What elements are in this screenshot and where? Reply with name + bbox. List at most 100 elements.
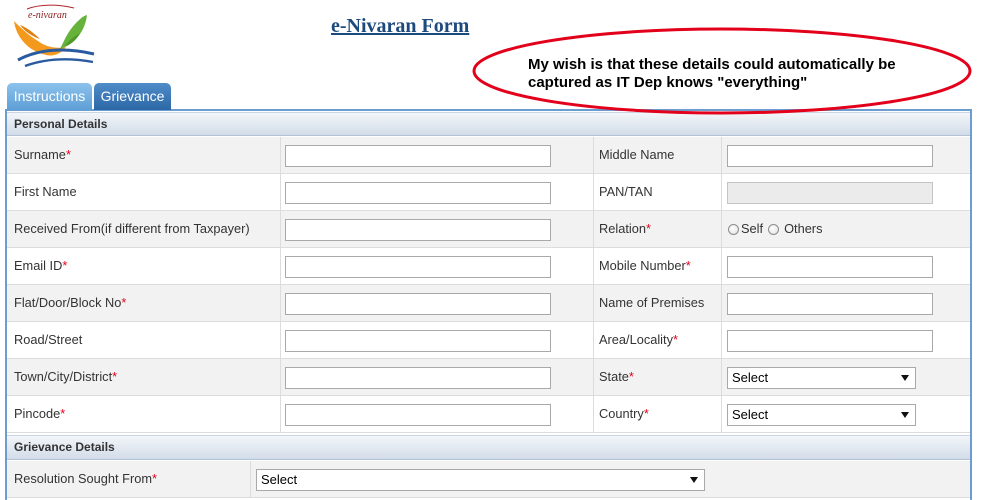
surname-label: Surname* xyxy=(14,137,71,173)
email-id-label: Email ID* xyxy=(14,248,67,284)
form-row: Pincode* Country* Select xyxy=(7,396,970,433)
received-from-label: Received From(if different from Taxpayer… xyxy=(14,211,250,247)
required-asterisk: * xyxy=(60,406,66,421)
label-text: PAN/TAN xyxy=(599,184,653,199)
label-text: Received From(if different from Taxpayer… xyxy=(14,221,250,236)
form-row: Email ID* Mobile Number* xyxy=(7,248,970,285)
required-asterisk: * xyxy=(672,332,678,347)
form-row: Resolution Sought From* Select xyxy=(7,461,970,498)
column-divider xyxy=(721,211,722,247)
column-divider xyxy=(280,174,281,210)
column-divider xyxy=(721,137,722,173)
annotation-line-1: My wish is that these details could auto… xyxy=(528,56,896,73)
area-locality-input[interactable] xyxy=(727,330,933,352)
column-divider xyxy=(280,359,281,395)
relation-others-radio[interactable] xyxy=(768,223,780,235)
town-city-district-input[interactable] xyxy=(285,367,551,389)
premises-name-input[interactable] xyxy=(727,293,933,315)
relation-radio-group: Self Others xyxy=(728,211,822,247)
tab-grievance[interactable]: Grievance xyxy=(94,83,171,110)
column-divider xyxy=(280,322,281,358)
road-street-label: Road/Street xyxy=(14,322,82,358)
state-select-value: Select xyxy=(732,370,769,385)
country-select-value: Select xyxy=(732,407,769,422)
mobile-number-label: Mobile Number* xyxy=(599,248,691,284)
email-id-input[interactable] xyxy=(285,256,551,278)
relation-self-radio[interactable] xyxy=(728,223,739,235)
pincode-label: Pincode* xyxy=(14,396,65,432)
blue-swoosh xyxy=(24,58,94,68)
label-text: Resolution Sought From xyxy=(14,471,152,486)
dropdown-arrow-icon xyxy=(690,477,698,483)
column-divider xyxy=(280,396,281,432)
label-text: Middle Name xyxy=(599,147,675,162)
first-name-label: First Name xyxy=(14,174,77,210)
state-select[interactable]: Select xyxy=(727,367,916,389)
column-divider xyxy=(593,322,594,358)
required-asterisk: * xyxy=(685,258,691,273)
column-divider xyxy=(593,211,594,247)
column-divider xyxy=(593,396,594,432)
resolution-sought-from-label: Resolution Sought From* xyxy=(14,461,157,497)
column-divider xyxy=(721,174,722,210)
logo-arc xyxy=(26,4,75,10)
required-asterisk: * xyxy=(643,406,649,421)
form-row: Flat/Door/Block No* Name of Premises xyxy=(7,285,970,322)
required-asterisk: * xyxy=(152,471,157,486)
tab-grievance-label: Grievance xyxy=(100,88,165,104)
label-text: Name of Premises xyxy=(599,295,705,310)
column-divider xyxy=(721,359,722,395)
column-divider xyxy=(721,322,722,358)
flat-door-block-label: Flat/Door/Block No* xyxy=(14,285,126,321)
relation-self-label[interactable]: Self xyxy=(741,211,763,247)
label-text: Town/City/District xyxy=(14,369,113,384)
dropdown-arrow-icon xyxy=(901,412,909,418)
label-text: First Name xyxy=(14,184,77,199)
section-header-grievance-details: Grievance Details xyxy=(7,435,970,460)
required-asterisk: * xyxy=(121,295,127,310)
middle-name-input[interactable] xyxy=(727,145,933,167)
column-divider xyxy=(721,285,722,321)
label-text: Relation xyxy=(599,221,646,236)
column-divider xyxy=(250,461,251,497)
column-divider xyxy=(593,174,594,210)
flat-door-block-input[interactable] xyxy=(285,293,551,315)
resolution-sought-from-select[interactable]: Select xyxy=(256,469,705,491)
resolution-select-value: Select xyxy=(261,472,298,487)
road-street-input[interactable] xyxy=(285,330,551,352)
label-text: Area/Locality xyxy=(599,332,673,347)
premises-name-label: Name of Premises xyxy=(599,285,704,321)
relation-label: Relation* xyxy=(599,211,651,247)
country-select[interactable]: Select xyxy=(727,404,916,426)
logo-graphic: e-nivaran xyxy=(14,4,95,68)
required-asterisk: * xyxy=(645,221,651,236)
pincode-input[interactable] xyxy=(285,404,551,426)
annotation-line-2: captured as IT Dep knows "everything" xyxy=(528,74,808,91)
relation-others-label[interactable]: Others xyxy=(784,211,822,247)
annotation-note: My wish is that these details could auto… xyxy=(528,56,896,92)
tab-instructions[interactable]: Instructions xyxy=(7,83,92,110)
dropdown-arrow-icon xyxy=(901,375,909,381)
required-asterisk: * xyxy=(628,369,634,384)
label-text: Email ID xyxy=(14,258,63,273)
label-text: Flat/Door/Block No xyxy=(14,295,122,310)
grievance-form: Personal Details Surname* Middle Name Fi… xyxy=(5,109,972,500)
form-row: Road/Street Area/Locality* xyxy=(7,322,970,359)
area-locality-label: Area/Locality* xyxy=(599,322,678,358)
pan-tan-input xyxy=(727,182,933,204)
required-asterisk: * xyxy=(65,147,71,162)
pan-tan-label: PAN/TAN xyxy=(599,174,653,210)
mobile-number-input[interactable] xyxy=(727,256,933,278)
surname-input[interactable] xyxy=(285,145,551,167)
first-name-input[interactable] xyxy=(285,182,551,204)
logo-text: e-nivaran xyxy=(28,10,67,21)
label-text: Country xyxy=(599,406,644,421)
column-divider xyxy=(593,285,594,321)
form-row: Surname* Middle Name xyxy=(7,137,970,174)
country-label: Country* xyxy=(599,396,649,432)
received-from-input[interactable] xyxy=(285,219,551,241)
page-title: e-Nivaran Form xyxy=(331,15,470,37)
label-text: Surname xyxy=(14,147,66,162)
town-city-district-label: Town/City/District* xyxy=(14,359,117,395)
form-row: First Name PAN/TAN xyxy=(7,174,970,211)
